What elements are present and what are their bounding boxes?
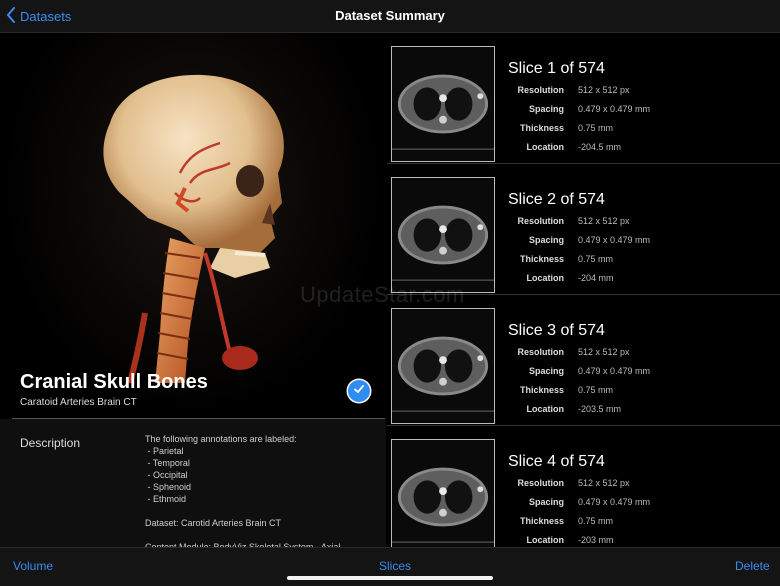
- volume-button[interactable]: Volume: [13, 559, 53, 573]
- spacing-label: Spacing: [528, 104, 564, 114]
- ct-slice-thumbnail: [391, 177, 495, 293]
- location-label: Location: [526, 273, 565, 283]
- slices-button[interactable]: Slices: [379, 559, 411, 573]
- ct-slice-thumbnail: [391, 439, 495, 547]
- thickness-label: Thickness: [519, 123, 564, 133]
- thickness-value: 0.75 mm: [578, 385, 614, 395]
- thickness-label: Thickness: [519, 254, 564, 264]
- page-title: Dataset Summary: [335, 8, 445, 23]
- ct-slice-thumbnail: [391, 308, 495, 424]
- resolution-value: 512 x 512 px: [578, 347, 630, 357]
- thickness-value: 0.75 mm: [578, 254, 614, 264]
- location-label: Location: [526, 535, 565, 545]
- select-dataset-toggle[interactable]: [348, 380, 370, 402]
- slice-row[interactable]: Slice 1 of 574 Resolution 512 x 512 px Sp…: [387, 33, 780, 164]
- resolution-label: Resolution: [517, 478, 565, 488]
- home-indicator[interactable]: [287, 576, 493, 580]
- thickness-value: 0.75 mm: [578, 123, 614, 133]
- description-label: Description: [20, 436, 81, 450]
- skull-render-illustration: [103, 74, 284, 384]
- volume-render-image[interactable]: Cranial Skull Bones Caratoid Arteries Br…: [0, 33, 386, 417]
- resolution-label: Resolution: [517, 216, 565, 226]
- slice-title: Slice 1 of 574: [508, 60, 605, 77]
- slice-row[interactable]: Slice 3 of 574 Resolution 512 x 512 px Sp…: [387, 295, 780, 426]
- checkmark-icon: [353, 382, 365, 400]
- location-value: -204.5 mm: [578, 142, 622, 152]
- slice-title: Slice 3 of 574: [508, 322, 605, 339]
- location-label: Location: [526, 404, 565, 414]
- spacing-label: Spacing: [528, 366, 564, 376]
- thickness-value: 0.75 mm: [578, 516, 614, 526]
- resolution-value: 512 x 512 px: [578, 216, 630, 226]
- resolution-label: Resolution: [517, 347, 565, 357]
- resolution-value: 512 x 512 px: [578, 85, 630, 95]
- dataset-subtitle: Caratoid Arteries Brain CT: [20, 397, 137, 408]
- slice-title: Slice 4 of 574: [508, 453, 605, 470]
- ct-slice-thumbnail: [391, 46, 495, 162]
- slice-row[interactable]: Slice 4 of 574 Resolution 512 x 512 px Sp…: [387, 426, 780, 547]
- bottom-toolbar: Volume Slices Delete: [0, 547, 780, 586]
- dataset-title: Cranial Skull Bones: [20, 371, 208, 393]
- description-text: The following annotations are labeled: -…: [145, 434, 341, 547]
- spacing-value: 0.479 x 0.479 mm: [578, 235, 651, 245]
- spacing-value: 0.479 x 0.479 mm: [578, 497, 651, 507]
- resolution-label: Resolution: [517, 85, 565, 95]
- delete-button[interactable]: Delete: [735, 559, 770, 573]
- spacing-label: Spacing: [528, 235, 564, 245]
- thickness-label: Thickness: [519, 516, 564, 526]
- description-section: Description The following annotations ar…: [0, 419, 386, 547]
- thickness-label: Thickness: [519, 385, 564, 395]
- resolution-value: 512 x 512 px: [578, 478, 630, 488]
- location-value: -203.5 mm: [578, 404, 622, 414]
- navigation-bar: Datasets Dataset Summary: [0, 0, 780, 33]
- slice-title: Slice 2 of 574: [508, 191, 605, 208]
- location-value: -204 mm: [578, 273, 614, 283]
- slice-row[interactable]: Slice 2 of 574 Resolution 512 x 512 px Sp…: [387, 164, 780, 295]
- location-label: Location: [526, 142, 565, 152]
- watermark-text: UpdateStar.com: [300, 282, 465, 307]
- spacing-value: 0.479 x 0.479 mm: [578, 104, 651, 114]
- spacing-label: Spacing: [528, 497, 564, 507]
- spacing-value: 0.479 x 0.479 mm: [578, 366, 651, 376]
- location-value: -203 mm: [578, 535, 614, 545]
